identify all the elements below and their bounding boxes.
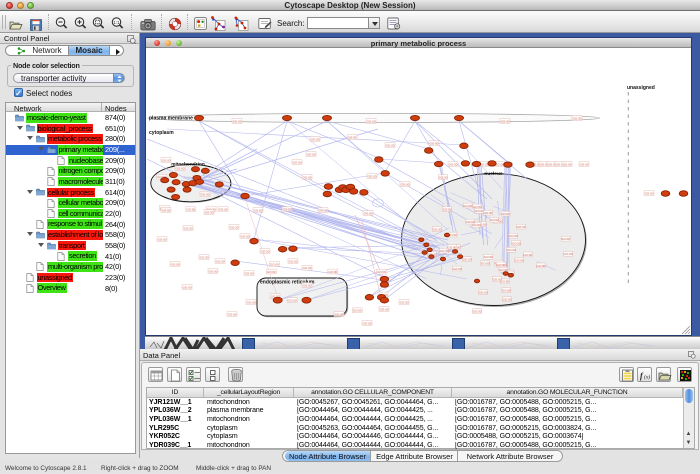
svg-text:GO:00: GO:00	[489, 218, 498, 222]
svg-text:GO:00: GO:00	[175, 166, 184, 170]
svg-text:GO:00: GO:00	[186, 207, 195, 211]
svg-text:GO:00: GO:00	[253, 208, 262, 212]
svg-text:unassigned: unassigned	[627, 85, 655, 91]
svg-text:GO:00: GO:00	[269, 262, 278, 266]
svg-text:GO:00: GO:00	[227, 312, 236, 316]
svg-text:GO:00: GO:00	[367, 174, 376, 178]
svg-text:1:1: 1:1	[113, 20, 120, 25]
svg-text:GO:00: GO:00	[182, 285, 191, 289]
svg-text:GO:00: GO:00	[318, 208, 327, 212]
svg-text:GO:00: GO:00	[266, 269, 275, 273]
svg-text:GO:00: GO:00	[328, 269, 337, 273]
svg-text:GO:00: GO:00	[334, 312, 343, 316]
svg-text:GO:00: GO:00	[561, 237, 570, 241]
svg-text:GO:00: GO:00	[472, 309, 481, 313]
svg-text:GO:00: GO:00	[200, 192, 209, 196]
svg-text:GO:00: GO:00	[260, 249, 269, 253]
svg-text:GO:00: GO:00	[244, 271, 253, 275]
svg-text:plasma membrane: plasma membrane	[149, 115, 193, 121]
svg-text:GO:00: GO:00	[377, 270, 386, 274]
svg-text:GO:00: GO:00	[511, 241, 520, 245]
svg-text:GO:00: GO:00	[362, 321, 371, 325]
svg-text:GO:00: GO:00	[232, 119, 241, 123]
svg-text:GO:00: GO:00	[183, 226, 192, 230]
svg-text:GO:00: GO:00	[644, 191, 653, 195]
svg-text:GO:00: GO:00	[516, 225, 525, 229]
svg-text:GO:00: GO:00	[442, 207, 451, 211]
svg-text:GO:00: GO:00	[480, 261, 489, 265]
svg-text:GO:00: GO:00	[483, 211, 492, 215]
svg-text:GO:00: GO:00	[502, 297, 511, 301]
svg-text:GO:00: GO:00	[447, 245, 456, 249]
svg-text:GO:00: GO:00	[523, 252, 532, 256]
svg-text:GO:00: GO:00	[302, 283, 311, 287]
svg-text:GO:00: GO:00	[500, 119, 509, 123]
svg-text:(x): (x)	[644, 373, 650, 380]
svg-text:GO:00: GO:00	[492, 277, 501, 281]
svg-text:GO:00: GO:00	[496, 262, 505, 266]
svg-text:GO:00: GO:00	[218, 207, 227, 211]
svg-text:GO:00: GO:00	[508, 234, 517, 238]
svg-text:GO:00: GO:00	[385, 143, 394, 147]
svg-text:GO:00: GO:00	[501, 288, 510, 292]
svg-text:nucleus: nucleus	[484, 171, 502, 177]
svg-text:GO:00: GO:00	[306, 152, 315, 156]
svg-text:GO:00: GO:00	[302, 266, 311, 270]
svg-text:GO:00: GO:00	[465, 220, 474, 224]
svg-text:cytoplasm: cytoplasm	[149, 130, 174, 136]
svg-text:GO:00: GO:00	[310, 137, 319, 141]
svg-text:GO:00: GO:00	[292, 160, 301, 164]
svg-text:GO:00: GO:00	[161, 208, 170, 212]
svg-text:GO:00: GO:00	[400, 182, 409, 186]
svg-text:GO:00: GO:00	[439, 249, 448, 253]
svg-text:GO:00: GO:00	[429, 141, 438, 145]
svg-text:GO:00: GO:00	[483, 255, 492, 259]
svg-text:GO:00: GO:00	[363, 211, 372, 215]
svg-text:GO:00: GO:00	[170, 262, 179, 266]
svg-text:GO:00: GO:00	[506, 248, 515, 252]
svg-text:GO:00: GO:00	[448, 162, 457, 166]
svg-text:GO:00: GO:00	[432, 227, 441, 231]
svg-text:GO:00: GO:00	[246, 300, 255, 304]
svg-text:GO:00: GO:00	[399, 300, 408, 304]
svg-text:GO:00: GO:00	[288, 259, 297, 263]
svg-text:GO:00: GO:00	[562, 162, 571, 166]
svg-text:GO:00: GO:00	[157, 237, 166, 241]
svg-text:GO:00: GO:00	[379, 307, 388, 311]
svg-text:GO:00: GO:00	[347, 135, 356, 139]
svg-text:GO:00: GO:00	[302, 175, 311, 179]
svg-text:GO:00: GO:00	[229, 225, 238, 229]
svg-text:GO:00: GO:00	[366, 119, 375, 123]
svg-text:GO:00: GO:00	[199, 255, 208, 259]
svg-text:GO:00: GO:00	[287, 298, 296, 302]
svg-text:GO:00: GO:00	[463, 203, 472, 207]
svg-text:GO:00: GO:00	[572, 116, 581, 120]
svg-text:GO:00: GO:00	[501, 212, 510, 216]
svg-text:GO:00: GO:00	[282, 207, 291, 211]
svg-text:GO:00: GO:00	[514, 258, 523, 262]
svg-text:GO:00: GO:00	[161, 158, 170, 162]
svg-text:GO:00: GO:00	[462, 257, 471, 261]
svg-text:GO:00: GO:00	[438, 175, 447, 179]
svg-text:GO:00: GO:00	[215, 259, 224, 263]
svg-text:GO:00: GO:00	[204, 210, 213, 214]
svg-text:GO:00: GO:00	[563, 252, 572, 256]
svg-text:GO:00: GO:00	[536, 263, 545, 267]
svg-text:GO:00: GO:00	[579, 162, 588, 166]
svg-text:GO:00: GO:00	[478, 290, 487, 294]
svg-text:GO:00: GO:00	[452, 266, 461, 270]
svg-text:GO:00: GO:00	[240, 234, 249, 238]
svg-text:GO:00: GO:00	[352, 308, 361, 312]
svg-text:GO:00: GO:00	[208, 269, 217, 273]
